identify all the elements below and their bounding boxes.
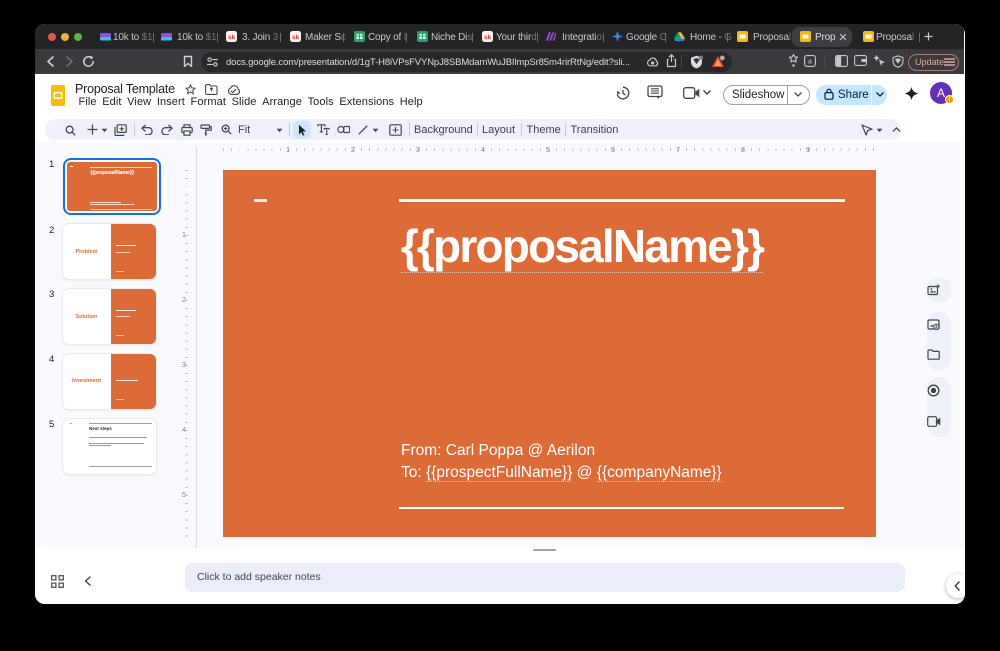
svg-text:a: a <box>808 58 812 65</box>
svg-text:sk: sk <box>484 34 492 41</box>
svg-text:sk: sk <box>292 34 300 41</box>
svg-text:sk: sk <box>228 34 236 41</box>
svg-text:2: 2 <box>721 56 723 60</box>
